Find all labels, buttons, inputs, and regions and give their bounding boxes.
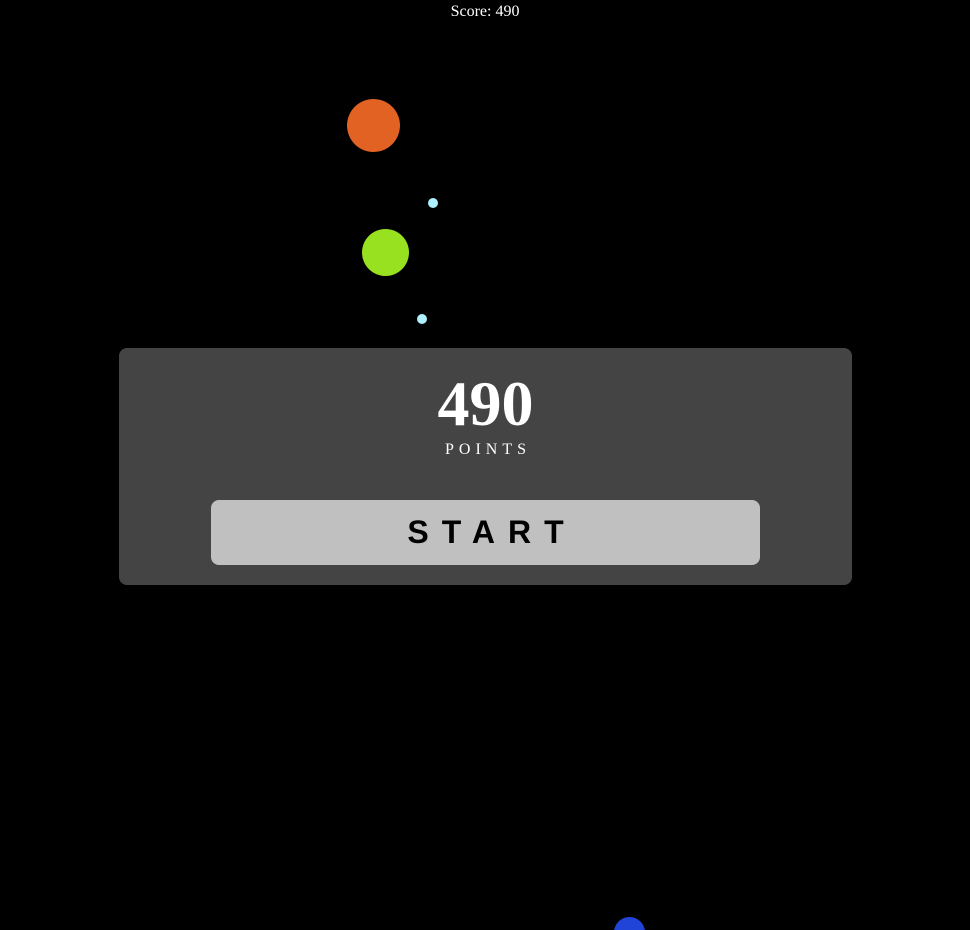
enemy-ball-orange — [347, 99, 400, 152]
game-canvas[interactable]: Score: 490 490 POINTS START — [0, 0, 970, 930]
score-readout: Score: 490 — [450, 3, 520, 20]
enemy-ball-green — [362, 229, 409, 276]
final-score: 490 — [437, 368, 534, 439]
projectile — [428, 198, 438, 208]
start-button[interactable]: START — [211, 500, 760, 565]
points-label: POINTS — [444, 441, 531, 458]
game-over-panel: 490 POINTS START — [119, 348, 852, 585]
projectile — [417, 314, 427, 324]
player-ball — [614, 917, 645, 930]
